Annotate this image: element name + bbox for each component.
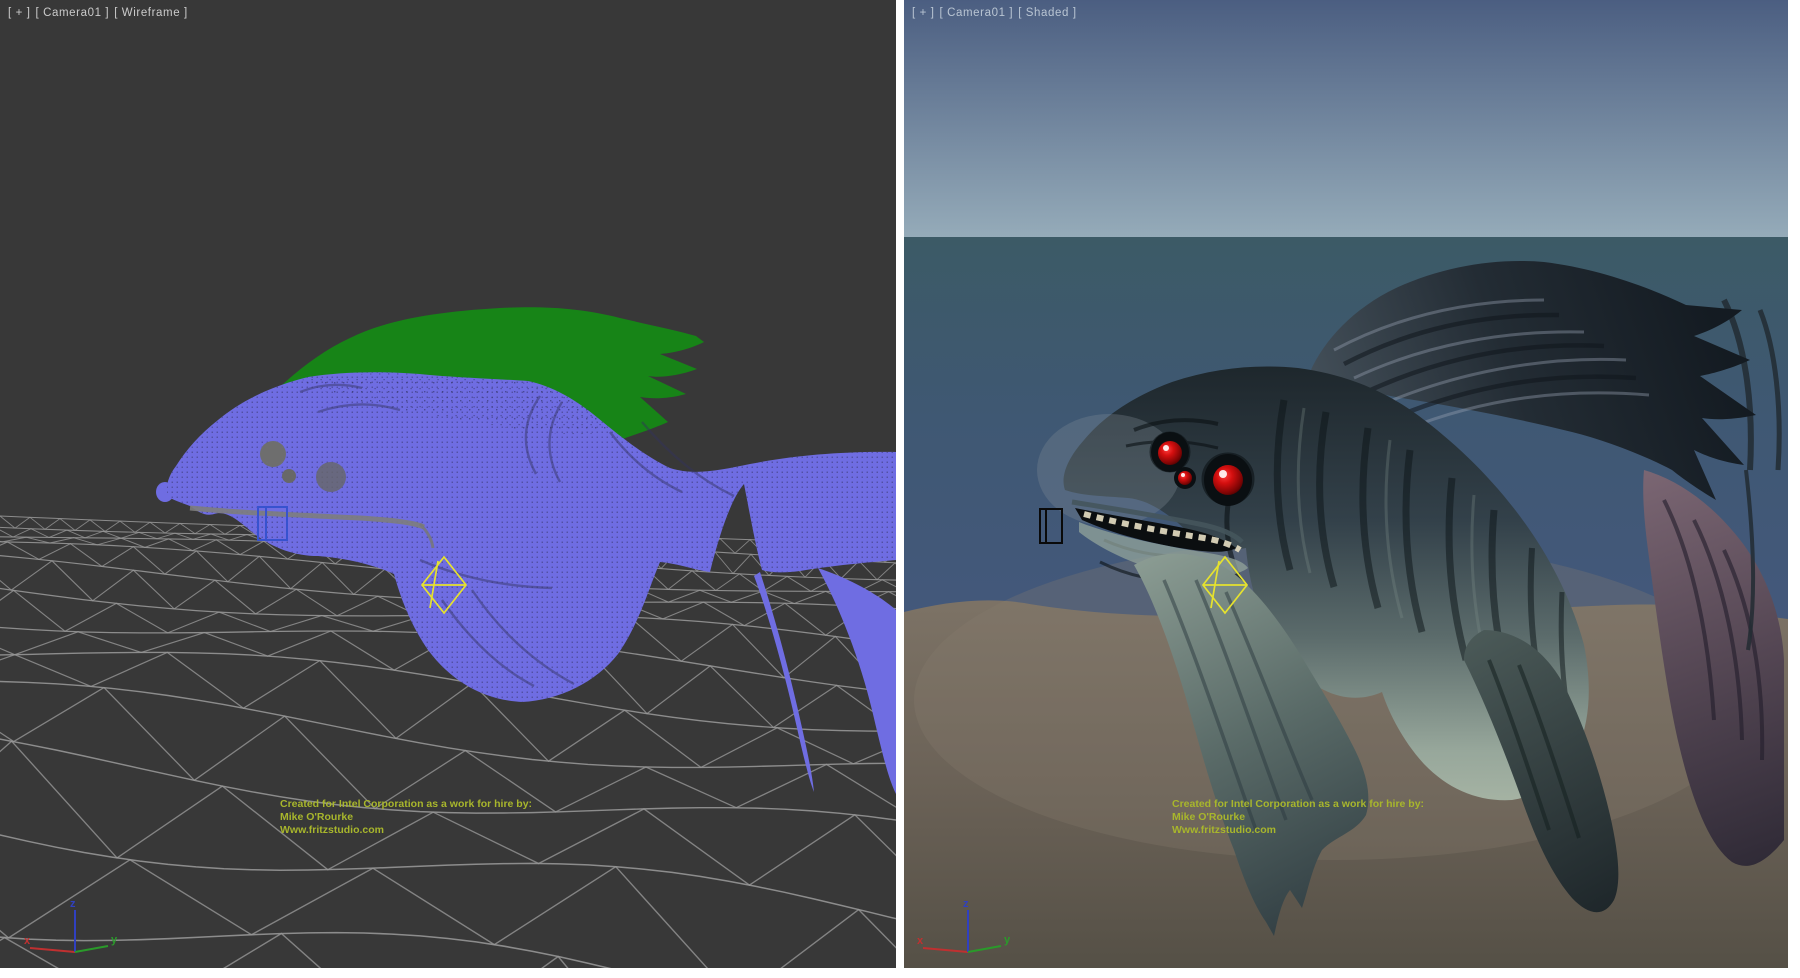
viewport-pov-menu[interactable]: [ Camera01 ]	[940, 7, 1014, 19]
viewport-shading-menu[interactable]: [ Shaded ]	[1018, 7, 1076, 19]
viewport-wireframe[interactable]: Created for Intel Corporation as a work …	[0, 0, 896, 968]
svg-text:z: z	[70, 898, 76, 910]
svg-text:Created for Intel Corporation: Created for Intel Corporation as a work …	[1172, 798, 1424, 810]
svg-text:y: y	[111, 934, 118, 946]
svg-text:Mike O'Rourke: Mike O'Rourke	[1172, 811, 1245, 823]
viewport-shaded[interactable]: Created for Intel Corporation as a work …	[904, 0, 1788, 968]
svg-text:z: z	[963, 898, 969, 910]
svg-text:Mike O'Rourke: Mike O'Rourke	[280, 811, 353, 823]
svg-text:x: x	[917, 935, 924, 947]
viewport-plus-menu[interactable]: [ + ]	[8, 7, 31, 19]
viewport-plus-menu[interactable]: [ + ]	[912, 7, 935, 19]
viewport-label: [ + ] [ Camera01 ] [ Shaded ]	[912, 7, 1082, 19]
viewport-shading-menu[interactable]: [ Wireframe ]	[114, 7, 188, 19]
viewport-pov-menu[interactable]: [ Camera01 ]	[36, 7, 110, 19]
viewport-label: [ + ] [ Camera01 ] [ Wireframe ]	[8, 7, 193, 19]
svg-text:x: x	[24, 935, 31, 947]
svg-text:Www.fritzstudio.com: Www.fritzstudio.com	[280, 824, 384, 836]
sky	[904, 0, 1788, 238]
3dsmax-viewport-split: Created for Intel Corporation as a work …	[0, 0, 1800, 978]
svg-text:Created for Intel Corporation: Created for Intel Corporation as a work …	[280, 798, 532, 810]
svg-text:y: y	[1004, 934, 1011, 946]
svg-text:Www.fritzstudio.com: Www.fritzstudio.com	[1172, 824, 1276, 836]
